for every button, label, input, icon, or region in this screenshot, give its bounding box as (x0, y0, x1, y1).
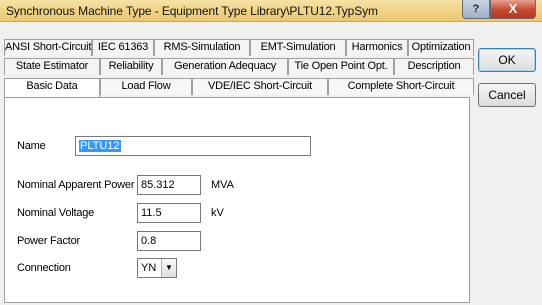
name-field[interactable]: PLTU12 (75, 136, 311, 156)
help-button[interactable]: ? (462, 0, 490, 19)
name-label: Name (17, 140, 46, 152)
tab-emt-simulation[interactable]: EMT-Simulation (250, 39, 346, 56)
tab-rms-simulation[interactable]: RMS-Simulation (154, 39, 250, 56)
nominal-voltage-unit: kV (211, 207, 224, 219)
tab-harmonics[interactable]: Harmonics (346, 39, 408, 56)
cancel-button[interactable]: Cancel (478, 83, 536, 107)
nominal-apparent-power-unit: MVA (211, 179, 235, 191)
tab-basic-data[interactable]: Basic Data (4, 78, 100, 97)
title-bar: Synchronous Machine Type - Equipment Typ… (0, 0, 542, 22)
basic-data-panel: Name PLTU12 Nominal Apparent Power 85.31… (4, 97, 470, 303)
tab-generation-adequacy[interactable]: Generation Adequacy (162, 58, 288, 75)
nominal-voltage-field[interactable]: 11.5 (137, 203, 201, 223)
power-factor-label: Power Factor (17, 235, 81, 247)
name-value: PLTU12 (79, 140, 121, 152)
tab-optimization[interactable]: Optimization (408, 39, 474, 56)
connection-select[interactable]: YN ▼ (137, 258, 177, 278)
tab-description[interactable]: Description (394, 58, 474, 75)
tab-reliability[interactable]: Reliability (100, 58, 162, 75)
power-factor-field[interactable]: 0.8 (137, 231, 201, 251)
tab-tie-open-point-opt[interactable]: Tie Open Point Opt. (288, 58, 394, 75)
chevron-down-icon[interactable]: ▼ (161, 259, 176, 277)
close-button[interactable]: X (490, 0, 536, 19)
connection-label: Connection (17, 262, 71, 274)
tab-complete-short-circuit[interactable]: Complete Short-Circuit (328, 78, 474, 95)
tab-vde-iec-short-circuit[interactable]: VDE/IEC Short-Circuit (192, 78, 328, 95)
connection-value: YN (141, 262, 157, 274)
ok-button[interactable]: OK (478, 48, 536, 72)
tab-load-flow[interactable]: Load Flow (100, 78, 192, 95)
dialog-body: ANSI Short-Circuit IEC 61363 RMS-Simulat… (0, 22, 542, 305)
nominal-apparent-power-label: Nominal Apparent Power (17, 179, 135, 191)
tab-state-estimator[interactable]: State Estimator (4, 58, 100, 75)
nominal-voltage-label: Nominal Voltage (17, 207, 95, 219)
window-title: Synchronous Machine Type - Equipment Typ… (6, 4, 378, 18)
nominal-apparent-power-field[interactable]: 85.312 (137, 175, 201, 195)
tab-iec-61363[interactable]: IEC 61363 (92, 39, 154, 56)
tab-ansi-short-circuit[interactable]: ANSI Short-Circuit (4, 39, 92, 56)
